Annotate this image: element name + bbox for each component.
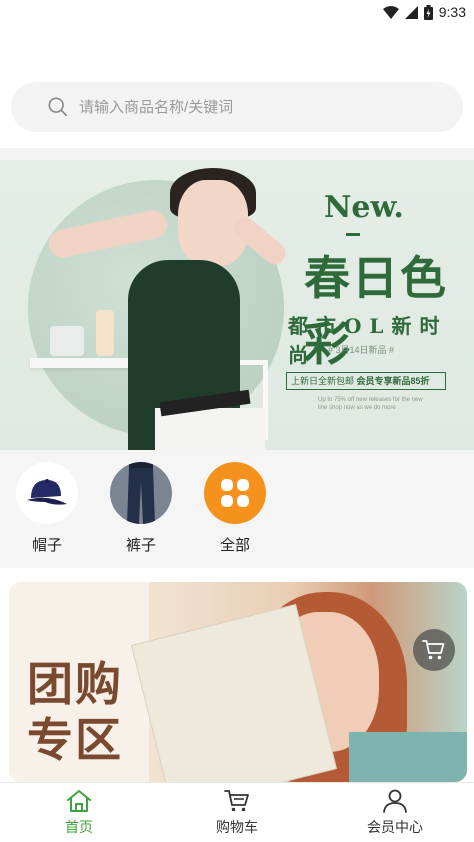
status-bar: 9:33 (0, 0, 474, 26)
category-label: 帽子 (31, 537, 62, 554)
banner-promo: 上新日全新包邮 会员专享新品85折 (286, 372, 446, 390)
banner-bottle (96, 310, 114, 356)
cart-icon (224, 789, 249, 811)
category-item-hat[interactable]: 帽子 (16, 462, 78, 568)
search-icon (48, 97, 68, 117)
signal-icon (404, 5, 418, 19)
user-icon (383, 789, 407, 813)
group-buy-title-line2: 专区 (27, 713, 123, 767)
search-input[interactable] (79, 98, 409, 116)
category-item-pants[interactable]: 裤子 (110, 462, 172, 568)
home-icon (67, 789, 91, 812)
tab-label: 会员中心 (367, 818, 423, 835)
status-icons: 9:33 (382, 4, 466, 20)
tab-cart[interactable]: 购物车 (158, 783, 316, 842)
category-label: 全部 (219, 537, 250, 554)
banner-jar (50, 326, 84, 356)
group-buy-title: 团购 专区 (27, 656, 123, 768)
search-bar[interactable] (11, 82, 463, 132)
tab-label: 首页 (65, 818, 93, 835)
tab-member-center[interactable]: 会员中心 (316, 783, 474, 842)
banner-subtitle: 都市OL新时尚 (288, 314, 448, 367)
category-item-all[interactable]: 全部 (204, 462, 266, 568)
group-buy-title-line1: 团购 (27, 657, 123, 711)
section-divider (0, 148, 474, 160)
status-time: 9:33 (438, 4, 466, 20)
group-buy-model-shirt (349, 732, 467, 782)
floating-cart-button[interactable] (413, 629, 455, 671)
banner-dash (346, 233, 360, 236)
banner-fine-print: Up to 75% off new releases for the new l… (318, 397, 423, 411)
grid-icon (204, 462, 266, 524)
cap-icon (16, 462, 78, 524)
banner-promo-highlight: 会员专享新品85折 (356, 376, 430, 386)
banner-date: # 3月14日新品 # (328, 345, 395, 355)
tab-label: 购物车 (216, 818, 258, 835)
promo-banner[interactable]: New. 春日色彩 都市OL新时尚 # 3月14日新品 # 上新日全新包邮 会员… (0, 160, 474, 450)
category-row: 帽子 裤子 全部 (0, 450, 474, 568)
category-label: 裤子 (125, 537, 156, 554)
cart-icon (422, 640, 445, 660)
group-buy-banner[interactable]: 团购 专区 (9, 582, 467, 782)
banner-new-label: New. (324, 190, 404, 225)
tab-home[interactable]: 首页 (0, 783, 158, 842)
pants-icon (110, 462, 172, 524)
wifi-icon (382, 5, 399, 19)
bottom-tab-bar: 首页 购物车 会员中心 (0, 782, 474, 842)
banner-promo-prefix: 上新日全新包邮 (291, 376, 355, 386)
battery-icon (423, 4, 433, 20)
